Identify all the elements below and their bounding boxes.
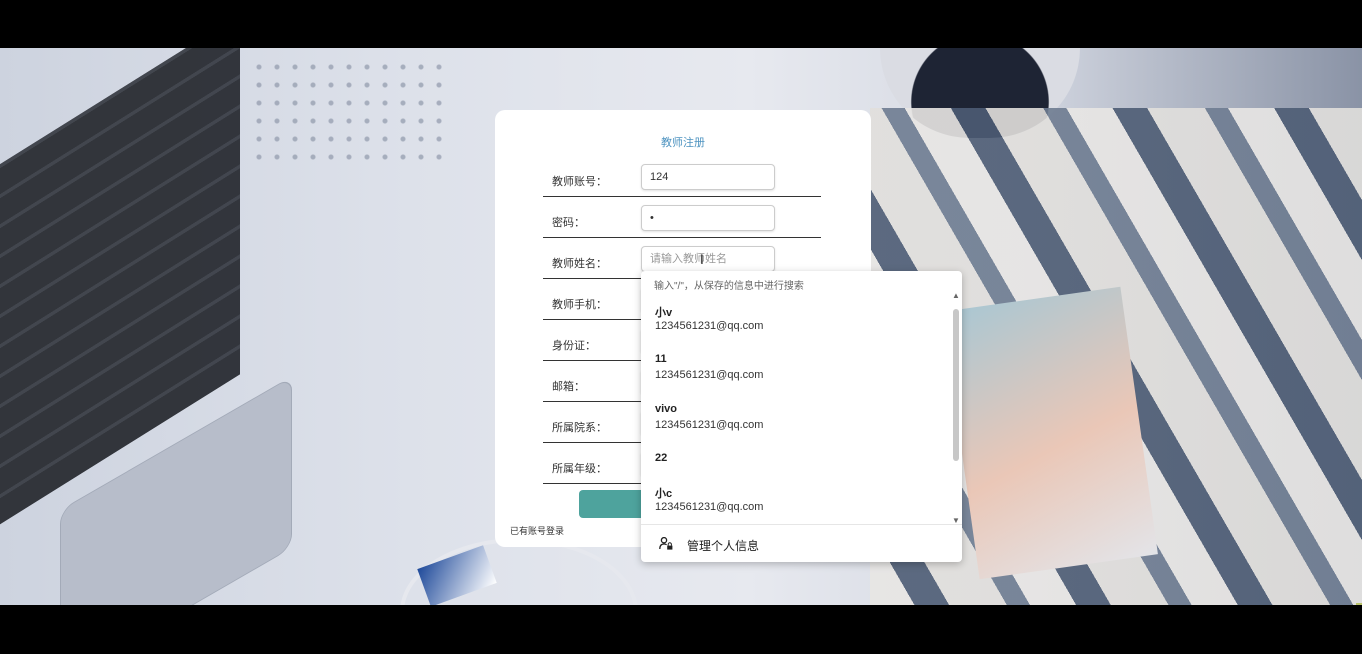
autofill-item-email: 1234561231@qq.com [655,501,764,513]
autofill-scrollbar[interactable]: ▲ ▼ [950,289,962,525]
form-row-account: 教师账号： [543,155,821,197]
password-label: 密码： [552,217,585,229]
autofill-hint: 输入"/"，从保存的信息中进行搜索 [654,281,804,292]
text-cursor-icon: I [700,251,704,267]
manage-info-button[interactable]: 管理个人信息 [641,525,962,562]
autofill-item-name: 小c [655,488,673,500]
autofill-item-email: 1234561231@qq.com [655,419,764,431]
autofill-item[interactable]: 11 1234561231@qq.com [641,353,949,397]
phone-label: 教师手机： [552,299,607,311]
green-edge-decoration [1356,603,1362,605]
autofill-item-email: 1234561231@qq.com [655,320,764,332]
autofill-item-name: 小v [655,307,673,319]
scroll-up-icon[interactable]: ▲ [952,291,960,300]
autofill-item[interactable]: vivo 1234561231@qq.com [641,403,949,447]
grade-label: 所属年级： [552,463,607,475]
autofill-item-name: vivo [655,403,678,415]
scroll-thumb[interactable] [953,309,959,461]
login-link[interactable]: 已有账号登录 [510,524,564,537]
autofill-dropdown: 输入"/"，从保存的信息中进行搜索 小v 1234561231@qq.com 1… [641,271,962,562]
idcard-label: 身份证： [552,340,596,352]
autofill-item-name: 22 [655,452,668,464]
email-label: 邮箱： [552,381,585,393]
person-lock-icon [659,537,673,550]
autofill-item[interactable]: 22 [641,452,949,482]
autofill-item[interactable]: 小c 1234561231@qq.com [641,485,949,529]
account-input[interactable] [641,164,775,190]
department-label: 所属院系： [552,422,607,434]
form-row-password: 密码： [543,196,821,238]
password-input[interactable] [641,205,775,231]
page-title: 教师注册 [661,137,705,149]
photo-print-decoration [942,286,1158,580]
account-label: 教师账号： [552,176,607,188]
name-input[interactable] [641,246,775,272]
autofill-item-name: 11 [655,353,667,365]
manage-info-label: 管理个人信息 [687,539,760,553]
autofill-item[interactable]: 小v 1234561231@qq.com [641,304,949,348]
autofill-item-email: 1234561231@qq.com [655,369,764,381]
flowers-decoration [250,58,450,168]
name-label: 教师姓名： [552,258,607,270]
